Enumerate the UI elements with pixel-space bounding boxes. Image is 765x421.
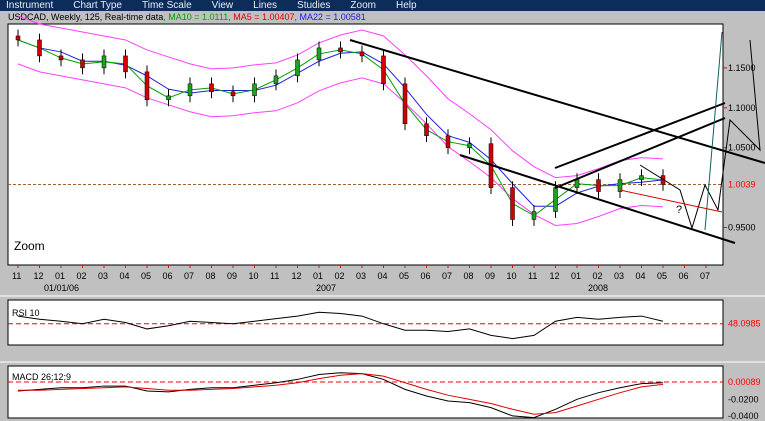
candle <box>445 135 451 148</box>
x-tick-label: 06 <box>679 271 689 281</box>
candle <box>617 179 623 192</box>
x-tick-label: 11 <box>12 271 21 281</box>
x-tick-label: 04 <box>378 271 388 281</box>
x-tick-label: 11 <box>270 271 279 281</box>
rsi-panel <box>7 299 724 346</box>
x-tick-label: 06 <box>421 271 431 281</box>
x-tick-label: 08 <box>464 271 474 281</box>
year-label: 2007 <box>316 283 336 293</box>
x-tick-label: 07 <box>184 271 194 281</box>
x-tick-label: 10 <box>507 271 517 281</box>
candle <box>80 59 85 69</box>
x-tick-label: 03 <box>614 271 624 281</box>
y-tick-label: 0.9500 <box>728 222 756 232</box>
candle <box>510 187 515 220</box>
candle <box>252 83 257 97</box>
candle <box>123 55 128 73</box>
x-tick-label: 11 <box>528 271 537 281</box>
candle <box>15 35 21 41</box>
y-tick-label: 1.1000 <box>728 103 756 113</box>
candle <box>101 55 107 69</box>
x-tick-label: 04 <box>636 271 646 281</box>
candle <box>338 47 343 53</box>
candle <box>553 187 558 212</box>
candle <box>639 175 644 180</box>
x-tick-label: 01 <box>313 271 323 281</box>
x-tick-label: 02 <box>593 271 603 281</box>
candle <box>58 55 64 61</box>
rsi-ref-label: 48.0985 <box>728 319 761 329</box>
x-tick-label: 05 <box>141 271 151 281</box>
x-tick-label: 05 <box>657 271 667 281</box>
candle <box>187 83 193 97</box>
question-annotation: ? <box>676 204 682 216</box>
zoom-label: Zoom <box>14 239 45 253</box>
x-tick-label: 07 <box>442 271 452 281</box>
candle <box>381 55 386 85</box>
rsi-title: RSI 10 <box>12 308 40 318</box>
ref-value-label: 1.0039 <box>728 179 756 189</box>
candle <box>230 91 236 97</box>
y-tick-label: 1.1500 <box>728 63 756 73</box>
x-tick-label: 06 <box>163 271 173 281</box>
candle <box>316 47 322 61</box>
macd-title: MACD 26;12;9 <box>12 372 71 382</box>
year-label: 01/01/06 <box>44 283 79 293</box>
x-tick-label: 03 <box>356 271 366 281</box>
x-tick-label: 10 <box>249 271 259 281</box>
candle <box>144 71 150 101</box>
x-tick-label: 07 <box>700 271 710 281</box>
x-tick-label: 02 <box>77 271 87 281</box>
x-tick-label: 08 <box>206 271 216 281</box>
x-tick-label: 03 <box>98 271 108 281</box>
candle <box>574 179 580 188</box>
year-label: 2008 <box>588 283 608 293</box>
candle <box>467 143 472 148</box>
x-tick-label: 12 <box>550 271 560 281</box>
candle <box>596 179 601 192</box>
candle <box>402 83 408 125</box>
candle <box>359 51 365 57</box>
candle <box>531 211 537 220</box>
macd-ref-label: 0.00089 <box>728 377 761 387</box>
y-tick-label: 1.0500 <box>728 143 756 153</box>
candle <box>273 75 279 85</box>
x-tick-label: 01 <box>571 271 581 281</box>
x-tick-label: 12 <box>292 271 302 281</box>
candle <box>209 83 214 93</box>
x-tick-label: 12 <box>34 271 44 281</box>
x-tick-label: 04 <box>120 271 130 281</box>
chart-area[interactable]: 48.0985 0.00089 -0.0200 -0.0400 11 12 01 02 03 04… <box>0 0 765 421</box>
candle <box>295 59 300 77</box>
candle <box>424 123 429 136</box>
x-tick-label: 05 <box>399 271 409 281</box>
candle <box>166 95 171 101</box>
candle <box>37 39 42 57</box>
x-tick-label: 09 <box>227 271 237 281</box>
x-tick-label: 02 <box>335 271 345 281</box>
x-tick-label: 09 <box>485 271 495 281</box>
macd-y-tick: -0.0400 <box>728 411 759 421</box>
x-tick-label: 01 <box>55 271 65 281</box>
macd-y-tick: -0.0200 <box>728 394 759 404</box>
